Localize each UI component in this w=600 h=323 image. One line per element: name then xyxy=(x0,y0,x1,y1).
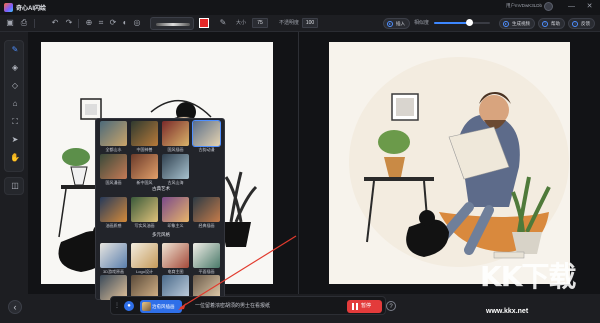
redo-icon[interactable]: ↷ xyxy=(64,18,74,28)
drag-handle-icon[interactable]: ⋮ xyxy=(112,301,122,311)
section-title-classic: 古典艺术 xyxy=(152,186,170,191)
style-tile[interactable] xyxy=(162,243,189,268)
style-tile[interactable] xyxy=(193,243,220,268)
opacity-input[interactable]: 100 xyxy=(302,18,318,28)
style-tile-label: 印象主义 xyxy=(167,223,184,228)
style-tile-label: 油画质感 xyxy=(105,223,122,228)
style-tile-label: 经典插画 xyxy=(198,223,215,228)
similarity-label: 相似度 xyxy=(414,20,430,26)
style-tile-label: 全都山水 xyxy=(105,147,122,152)
style-tile[interactable] xyxy=(100,197,127,222)
brush-color-swatch[interactable] xyxy=(199,18,209,28)
rotate-icon[interactable]: ⟳ xyxy=(108,18,118,28)
style-tile[interactable] xyxy=(131,154,158,179)
help-icon: ? xyxy=(542,21,548,27)
title-bar: 奇心AI闪绘 用户mVDwK3LDb — ✕ xyxy=(0,0,600,15)
lasso-icon[interactable]: ⌂ xyxy=(10,99,20,109)
layers-group: ◫ xyxy=(4,177,24,195)
style-tile[interactable] xyxy=(100,121,127,146)
transform-icon[interactable]: ⊕ xyxy=(84,18,94,28)
style-picker-popup: 全都山水 中国神兽 国风插画 古韵动漫 国风漫画 新中国风 古风山海 油画质感 写实风油画 印象主… xyxy=(95,118,225,300)
brush-preview[interactable] xyxy=(150,17,194,30)
toolbar-divider xyxy=(78,19,79,28)
watermark-url: www.kkx.net xyxy=(486,308,529,315)
eraser-icon[interactable]: ◇ xyxy=(10,81,20,91)
style-tile[interactable] xyxy=(100,243,127,268)
insert-button[interactable]: ▸ 插入 xyxy=(383,18,410,29)
style-tile-label: 古韵动漫 xyxy=(198,147,215,152)
pause-icon xyxy=(352,303,358,310)
close-button[interactable]: ✕ xyxy=(585,2,594,11)
style-chip[interactable]: 治愈风插画 xyxy=(140,300,182,313)
section-title-diverse: 多元风格 xyxy=(152,232,170,237)
size-input[interactable]: 75 xyxy=(252,18,268,28)
help-button[interactable]: ? 帮助 xyxy=(538,18,565,29)
save-icon[interactable]: ▣ xyxy=(5,18,15,28)
video-icon: ▸ xyxy=(503,21,509,27)
watermark-logo: KK下载 xyxy=(480,260,576,293)
similarity-slider[interactable] xyxy=(434,19,490,26)
style-tile-label: 中国神兽 xyxy=(136,147,153,152)
eyedropper-icon[interactable]: ✎ xyxy=(218,18,228,28)
tool-rail: ✎ ◈ ◇ ⌂ ⛶ ➤ ✋ ◫ ‹ xyxy=(0,32,28,323)
tool-group: ✎ ◈ ◇ ⌂ ⛶ ➤ ✋ xyxy=(4,40,24,172)
user-name[interactable]: 用户mVDwK3LDb xyxy=(506,3,542,9)
brush-icon[interactable]: ✎ xyxy=(10,45,20,55)
feedback-icon: ! xyxy=(572,21,578,27)
minimize-button[interactable]: — xyxy=(567,2,576,11)
style-tile[interactable] xyxy=(192,120,221,147)
flip-icon[interactable]: ◐ xyxy=(120,18,130,28)
print-icon[interactable]: ⎙ xyxy=(19,18,29,28)
pause-button[interactable]: 暂停 xyxy=(347,300,382,313)
style-tile[interactable] xyxy=(162,197,189,222)
select-icon[interactable]: ⛶ xyxy=(10,117,20,127)
style-tile[interactable] xyxy=(131,243,158,268)
style-tile-label: 写实风油画 xyxy=(134,223,155,228)
collapse-button[interactable]: ‹ xyxy=(8,300,22,314)
layers-icon[interactable]: ◫ xyxy=(10,181,20,191)
watermark: KK下载 www.kkx.net xyxy=(470,255,600,323)
style-thumbnail xyxy=(142,302,151,311)
app-title: 奇心AI闪绘 xyxy=(16,6,47,12)
style-tile[interactable] xyxy=(162,121,189,146)
size-label: 大小 xyxy=(236,20,247,26)
layers-toggle-icon[interactable]: ◎ xyxy=(132,18,142,28)
feedback-button[interactable]: ! 反馈 xyxy=(568,18,595,29)
mic-icon[interactable]: ● xyxy=(124,301,134,311)
result-image xyxy=(349,57,569,267)
style-tile[interactable] xyxy=(131,121,158,146)
opacity-label: 不透明度 xyxy=(279,20,300,26)
help-circle-icon[interactable]: ? xyxy=(386,301,396,311)
undo-icon[interactable]: ↶ xyxy=(50,18,60,28)
app-window: 奇心AI闪绘 用户mVDwK3LDb — ✕ ▣ ⎙ ↶ ↷ ⊕ ⌗ ⟳ ◐ ◎… xyxy=(0,0,600,323)
hand-icon[interactable]: ✋ xyxy=(10,153,20,163)
play-icon: ▸ xyxy=(387,21,393,27)
prompt-input[interactable]: 一位留着浓密胡须的男士在看报纸 xyxy=(189,300,341,313)
crop-icon[interactable]: ⌗ xyxy=(96,18,106,28)
app-logo-icon xyxy=(4,3,13,12)
result-canvas[interactable] xyxy=(329,42,570,284)
prompt-bar: ⋮ ● 治愈风插画 一位留着浓密胡须的男士在看报纸 暂停 xyxy=(110,296,386,315)
style-tile[interactable] xyxy=(193,197,220,222)
style-tile[interactable] xyxy=(162,154,189,179)
slider-handle[interactable] xyxy=(465,19,473,26)
fill-icon[interactable]: ◈ xyxy=(10,63,20,73)
style-tile[interactable] xyxy=(100,154,127,179)
generate-video-button[interactable]: ▸ 生成视频 xyxy=(499,18,535,29)
pointer-icon[interactable]: ➤ xyxy=(10,135,20,145)
style-tile-label: 国风插画 xyxy=(167,147,184,152)
toolbar: ▣ ⎙ ↶ ↷ ⊕ ⌗ ⟳ ◐ ◎ ✎ 大小 75 不透明度 100 ▸ 插入 … xyxy=(0,15,600,32)
toolbar-divider xyxy=(34,19,35,28)
style-tile[interactable] xyxy=(131,197,158,222)
avatar[interactable] xyxy=(544,2,553,11)
